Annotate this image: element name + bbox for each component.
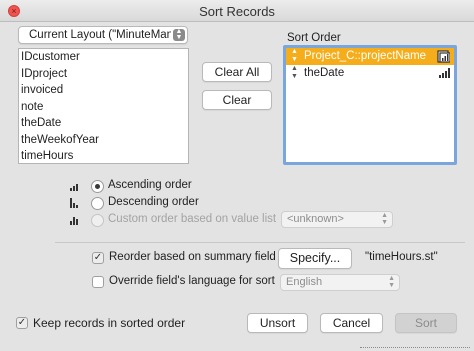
clear-button[interactable]: Clear bbox=[202, 90, 272, 110]
language-select[interactable]: English ▲ ▼ bbox=[280, 274, 400, 291]
value-list-value: <unknown> bbox=[287, 213, 344, 225]
field-item-idproject[interactable]: IDproject bbox=[19, 66, 188, 83]
reorder-summary-checkbox[interactable]: ✓ bbox=[92, 252, 104, 264]
descending-label[interactable]: Descending order bbox=[108, 196, 199, 208]
value-list-select[interactable]: <unknown> ▲ ▼ bbox=[281, 211, 393, 228]
layout-popup[interactable]: Current Layout ("MinuteMana... ▲▼ bbox=[18, 26, 188, 44]
sort-order-list[interactable]: ▲ ▼ Project_C::projectName ▲ ▼ theDate bbox=[283, 45, 457, 165]
ascending-radio[interactable] bbox=[91, 180, 104, 193]
updown-chevron-icon: ▲ ▼ bbox=[381, 212, 388, 226]
cancel-button[interactable]: Cancel bbox=[320, 313, 383, 333]
field-item-note[interactable]: note bbox=[19, 99, 188, 116]
descending-radio[interactable] bbox=[91, 197, 104, 210]
clear-all-button[interactable]: Clear All bbox=[202, 62, 272, 82]
title-bar: × Sort Records bbox=[0, 0, 474, 22]
keep-sorted-checkbox[interactable]: ✓ bbox=[16, 317, 28, 329]
field-item-idcustomer[interactable]: IDcustomer bbox=[19, 49, 188, 66]
updown-chevron-icon: ▲ ▼ bbox=[173, 28, 185, 41]
specify-button[interactable]: Specify... bbox=[278, 248, 352, 269]
dotted-divider bbox=[360, 347, 470, 349]
sort-item-projectname[interactable]: ▲ ▼ Project_C::projectName bbox=[286, 48, 454, 65]
summary-field-name: "timeHours.st" bbox=[365, 251, 438, 263]
sort-order-label: Sort Order bbox=[287, 32, 341, 44]
sort-item-thedate[interactable]: ▲ ▼ theDate bbox=[286, 65, 454, 82]
divider bbox=[55, 242, 465, 243]
override-language-label[interactable]: Override field's language for sort bbox=[109, 275, 275, 287]
drag-handle-icon[interactable]: ▲ ▼ bbox=[291, 65, 298, 81]
field-item-invoiced[interactable]: invoiced bbox=[19, 82, 188, 99]
field-item-theweekofyear[interactable]: theWeekofYear bbox=[19, 132, 188, 149]
keep-sorted-label[interactable]: Keep records in sorted order bbox=[33, 316, 185, 330]
descending-bars-icon bbox=[70, 198, 81, 211]
language-value: English bbox=[286, 276, 323, 288]
window-title: Sort Records bbox=[199, 4, 275, 19]
sort-button[interactable]: Sort bbox=[395, 313, 457, 333]
sort-item-label: Project_C::projectName bbox=[304, 50, 427, 62]
ascending-bars-icon bbox=[70, 181, 81, 194]
updown-chevron-icon: ▲ ▼ bbox=[388, 275, 395, 289]
custom-order-radio[interactable] bbox=[91, 214, 104, 227]
custom-order-icon bbox=[70, 215, 81, 228]
unsort-button[interactable]: Unsort bbox=[247, 313, 308, 333]
field-item-timehours[interactable]: timeHours bbox=[19, 148, 188, 165]
field-item-thedate[interactable]: theDate bbox=[19, 115, 188, 132]
reorder-summary-label[interactable]: Reorder based on summary field bbox=[109, 251, 276, 263]
layout-popup-value: Current Layout ("MinuteMana... bbox=[29, 29, 171, 41]
drag-handle-icon[interactable]: ▲ ▼ bbox=[291, 48, 298, 64]
custom-order-label: Custom order based on value list bbox=[108, 213, 277, 225]
override-language-checkbox[interactable] bbox=[92, 276, 104, 288]
field-list[interactable]: IDcustomer IDproject invoiced note theDa… bbox=[18, 48, 189, 164]
ascending-bars-icon bbox=[439, 67, 450, 84]
ascending-label[interactable]: Ascending order bbox=[108, 179, 192, 191]
sort-item-label: theDate bbox=[304, 67, 345, 79]
